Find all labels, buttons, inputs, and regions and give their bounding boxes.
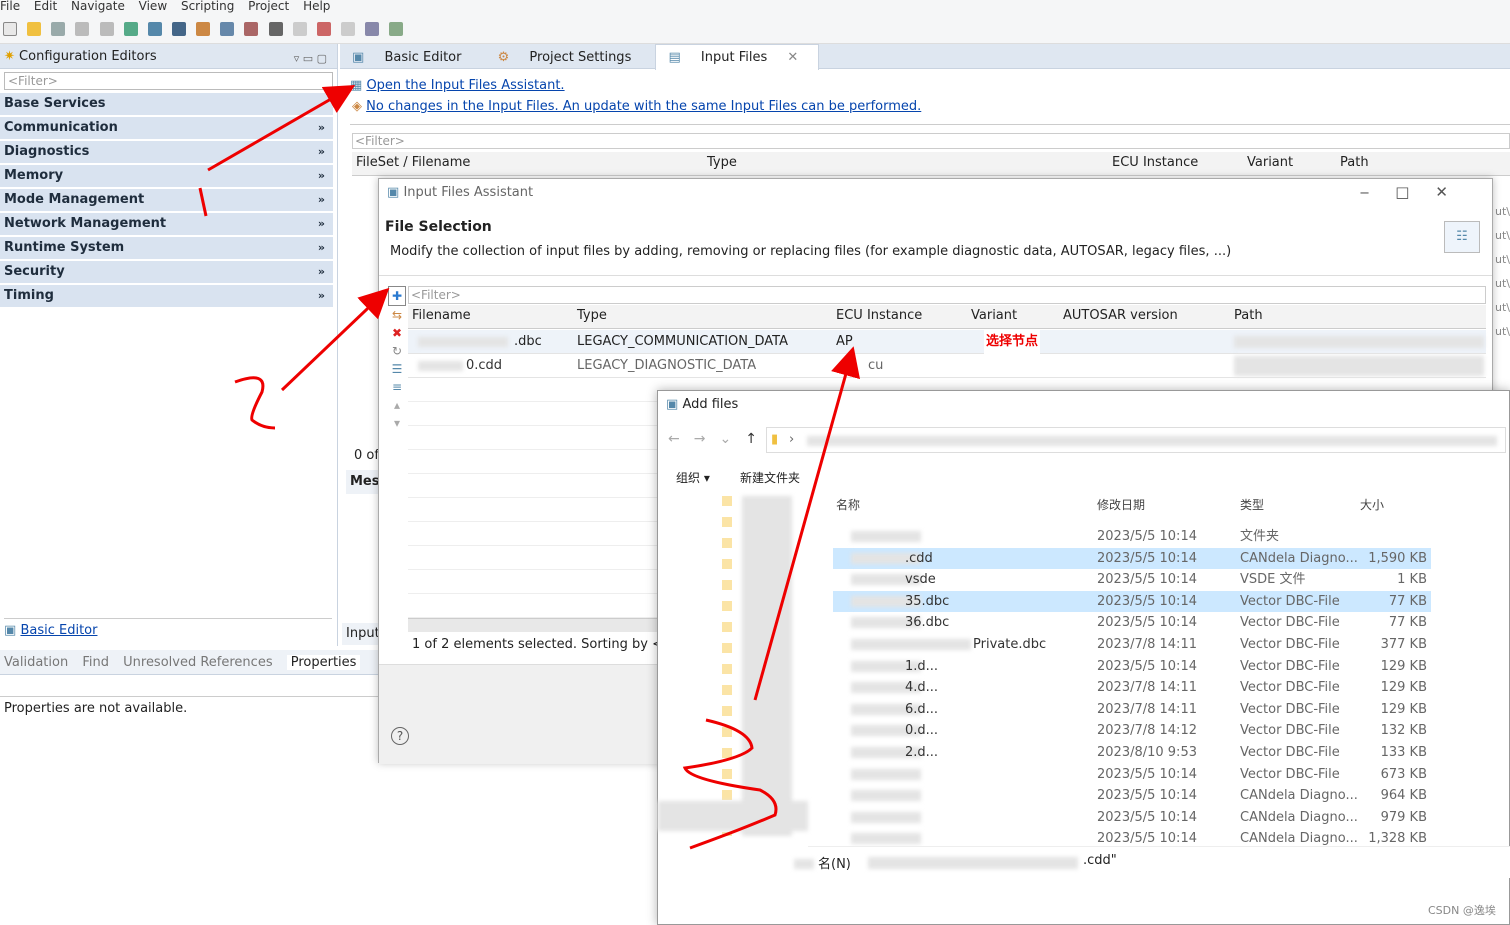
arrow-3-annotation	[753, 346, 861, 701]
arrow-2-annotation	[280, 287, 390, 392]
number-2-annotation	[234, 376, 276, 430]
arrow-1-annotation	[207, 84, 356, 172]
annotation-overlay	[198, 84, 861, 850]
number-1-annotation	[198, 187, 208, 217]
number-3-annotation	[682, 718, 778, 850]
